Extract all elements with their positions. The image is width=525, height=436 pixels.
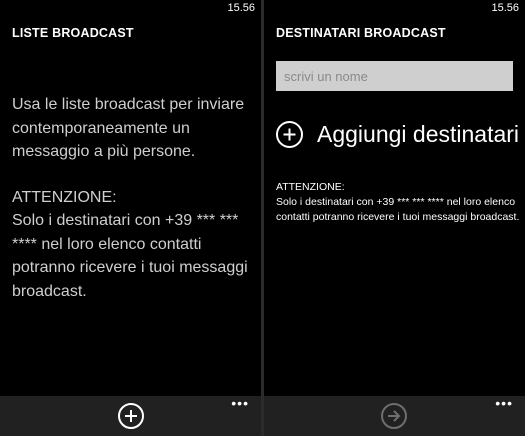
add-recipients-label: Aggiungi destinatari xyxy=(317,120,520,147)
name-input[interactable] xyxy=(276,61,513,91)
page-title: LISTE BROADCAST xyxy=(12,26,134,40)
next-button[interactable] xyxy=(381,403,407,429)
intro-text-block: Usa le liste broadcast per inviare conte… xyxy=(12,93,257,303)
page-title: DESTINATARI BROADCAST xyxy=(276,26,446,40)
app-bar: ••• xyxy=(0,396,261,436)
warning-text: Solo i destinatari con +39 *** *** **** … xyxy=(276,196,520,223)
description-text: Usa le liste broadcast per inviare conte… xyxy=(12,96,245,160)
new-broadcast-button[interactable] xyxy=(118,403,144,429)
status-bar-time: 15.56 xyxy=(227,2,255,14)
add-circle-icon xyxy=(125,410,137,422)
broadcast-recipients-screen: 15.56 DESTINATARI BROADCAST Aggiungi des… xyxy=(264,0,525,436)
status-bar-time: 15.56 xyxy=(491,2,519,14)
warning-heading: ATTENZIONE: xyxy=(12,188,117,206)
add-recipients-button[interactable]: Aggiungi destinatari xyxy=(276,119,519,149)
app-bar: ••• xyxy=(264,396,525,436)
warning-block: ATTENZIONE: Solo i destinatari con +39 *… xyxy=(276,180,521,225)
warning-text: Solo i destinatari con +39 *** *** **** … xyxy=(12,212,248,300)
more-options-button[interactable]: ••• xyxy=(495,396,513,410)
more-options-button[interactable]: ••• xyxy=(231,396,249,410)
broadcast-lists-screen: 15.56 LISTE BROADCAST Usa le liste broad… xyxy=(0,0,261,436)
next-arrow-icon xyxy=(388,410,401,422)
warning-heading: ATTENZIONE: xyxy=(276,181,345,193)
add-circle-icon xyxy=(276,120,303,148)
